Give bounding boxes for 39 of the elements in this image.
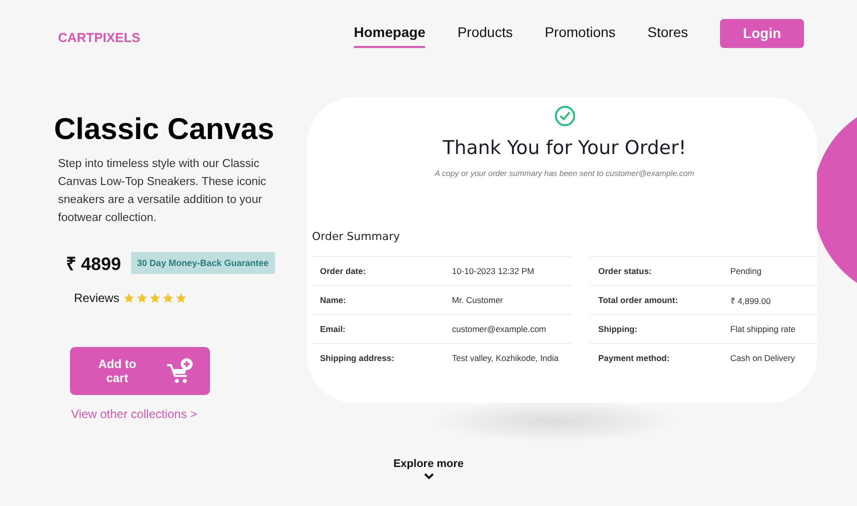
guarantee-badge: 30 Day Money-Back Guarantee <box>131 252 275 274</box>
field-value: ₹ 4,899.00 <box>730 294 771 306</box>
field-value: Mr. Customer <box>452 295 504 305</box>
star-icon <box>136 292 148 304</box>
field-label: Email: <box>320 324 347 334</box>
product-description: Step into timeless style with our Classic Canvas Low-Top Sneakers. These iconic sneakers are a versatile addition to your footwear collection. <box>58 157 268 226</box>
field-label: Total order amount: <box>598 295 679 305</box>
explore-more-link[interactable]: Explore more <box>393 458 464 470</box>
field-value: Flat shipping rate <box>730 324 796 334</box>
star-icon <box>123 292 136 304</box>
field-label: Order date: <box>320 266 367 276</box>
summary-title: Order Summary <box>312 230 401 243</box>
field-label: Shipping address: <box>320 353 396 363</box>
field-label: Order status: <box>598 266 653 276</box>
field-value: 10-10-2023 12:32 PM <box>452 266 534 276</box>
nav-link[interactable]: Homepage <box>354 18 426 48</box>
check-circle-icon <box>554 105 576 127</box>
confirmation-note: A copy or your order summary has been sent to customer@example.com <box>434 169 696 178</box>
field-value: customer@example.com <box>452 324 546 334</box>
nav-link[interactable]: Promotions <box>544 18 616 48</box>
thank-you-heading: Thank You for Your Order! <box>442 137 688 159</box>
price: ₹ 4899 <box>66 253 122 275</box>
nav-link[interactable]: Products <box>457 18 513 48</box>
chevron-down-icon <box>424 473 434 480</box>
login-button[interactable]: Login <box>720 18 804 48</box>
field-value: Pending <box>730 266 762 276</box>
add-to-cart-button[interactable]: Add to cart <box>70 347 210 395</box>
field-label: Name: <box>320 295 347 305</box>
star-icon <box>162 292 174 304</box>
star-icon <box>175 292 188 304</box>
reviews-label: Reviews <box>74 291 120 305</box>
cart-plus-icon <box>166 357 194 385</box>
star-icon <box>149 292 162 304</box>
field-value: Cash on Delivery <box>730 353 795 363</box>
product-title: Classic Canvas <box>54 113 276 147</box>
field-label: Shipping: <box>598 324 638 334</box>
field-value: Test valley, Kozhikode, India <box>452 353 559 363</box>
nav-link[interactable]: Stores <box>648 18 688 48</box>
field-label: Payment method: <box>598 353 671 363</box>
